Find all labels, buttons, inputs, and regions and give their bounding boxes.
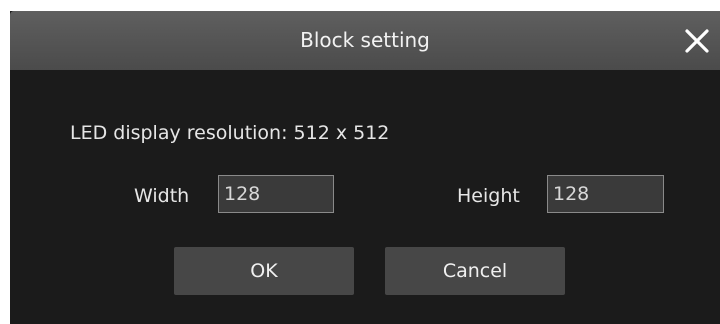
dialog-title: Block setting	[300, 28, 430, 52]
height-input[interactable]	[547, 175, 664, 213]
width-input[interactable]	[218, 175, 334, 213]
height-label: Height	[457, 185, 520, 207]
width-label: Width	[134, 185, 190, 207]
cancel-button[interactable]: Cancel	[385, 247, 565, 295]
close-icon[interactable]	[681, 25, 713, 57]
title-bar[interactable]: Block setting	[10, 11, 720, 70]
ok-button[interactable]: OK	[174, 247, 354, 295]
resolution-text: LED display resolution: 512 x 512	[70, 122, 390, 144]
block-setting-dialog: Block setting LED display resolution: 51…	[10, 11, 720, 324]
